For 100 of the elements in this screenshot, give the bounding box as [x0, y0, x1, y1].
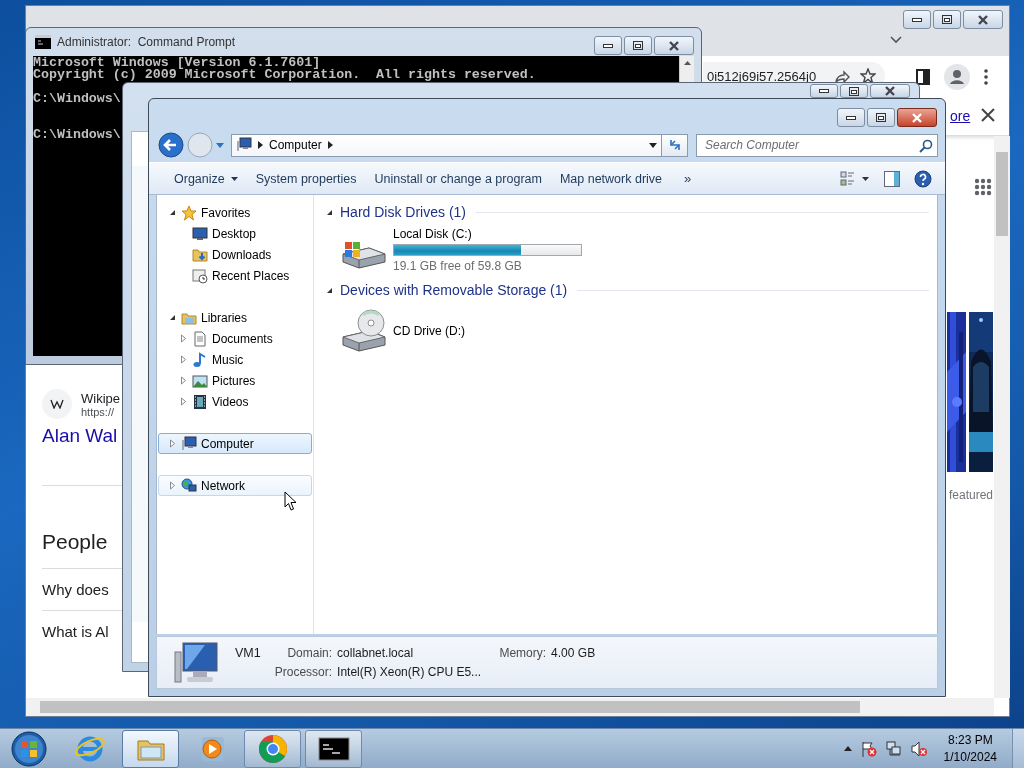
navigation-item[interactable]: Favorites: [158, 202, 312, 223]
maximize-icon: [849, 86, 859, 96]
apps-grid-icon: [974, 178, 992, 196]
clock-date[interactable]: 1/10/2024: [943, 748, 997, 766]
navigation-item[interactable]: Music: [158, 349, 312, 370]
maximize-button[interactable]: [933, 10, 961, 29]
address-bar[interactable]: Computer: [231, 133, 663, 157]
close-button[interactable]: [963, 10, 1003, 29]
breadcrumb-item[interactable]: Computer: [269, 138, 322, 152]
toolbar-button[interactable]: System properties: [247, 167, 365, 190]
network-monitor-icon: [885, 740, 902, 757]
search-icon: [919, 138, 933, 153]
window-title: Administrator: Command Prompt: [57, 35, 237, 49]
close-button[interactable]: [870, 84, 910, 98]
share-icon: [834, 68, 851, 84]
more-menu-icon: [984, 69, 988, 85]
close-icon: [977, 14, 989, 25]
history-dropdown[interactable]: [216, 142, 224, 148]
maximize-button[interactable]: [624, 36, 652, 55]
close-icon: [668, 40, 680, 51]
navigation-item[interactable]: Documents: [158, 328, 312, 349]
computer-icon: [173, 639, 221, 686]
show-desktop-button[interactable]: [1012, 728, 1024, 768]
close-button[interactable]: [981, 108, 995, 122]
navigation-item[interactable]: Desktop: [158, 223, 312, 244]
navigation-item[interactable]: Pictures: [158, 370, 312, 391]
mouse-pointer-icon: [284, 491, 298, 512]
minimize-button[interactable]: [594, 36, 622, 55]
close-icon: [911, 112, 923, 123]
site-url: https://: [81, 405, 115, 418]
console-line: C:\Windows\: [33, 93, 121, 105]
learn-more-link[interactable]: ore: [950, 108, 971, 124]
field-label: Domain:: [286, 646, 333, 660]
navigation-item[interactable]: Network: [158, 475, 312, 496]
console-icon: [35, 35, 51, 49]
console-line: Copyright (c) 2009 Microsoft Corporation. All rights reserved.: [33, 69, 536, 81]
close-icon: [981, 108, 995, 122]
field-label: Memory:: [498, 646, 547, 660]
field-value: collabnet.local: [337, 646, 415, 660]
minimize-button[interactable]: [810, 84, 838, 98]
cd-drive-icon: [339, 307, 387, 355]
field-value: Intel(R) Xeon(R) CPU E5...: [337, 665, 482, 679]
toolbar-button[interactable]: Map network drive: [551, 167, 671, 190]
console-line: C:\Windows\: [33, 129, 121, 141]
navigation-item[interactable]: Downloads: [158, 244, 312, 265]
minimize-icon: [846, 115, 856, 120]
start-orb-icon: [10, 730, 47, 767]
maximize-button[interactable]: [867, 108, 895, 127]
monitor-icon: [192, 225, 208, 242]
drive-label[interactable]: CD Drive (D:): [393, 324, 465, 338]
computer-icon: [236, 137, 252, 153]
computer-icon: [181, 435, 197, 452]
clock-time[interactable]: 8:23 PM: [947, 731, 993, 749]
speaker-muted-icon: [910, 740, 927, 757]
maximize-icon: [633, 41, 643, 50]
help-icon: [914, 169, 932, 188]
site-name: Wikipe: [81, 390, 120, 406]
navigation-item[interactable]: Recent Places: [158, 265, 312, 286]
toolbar-button[interactable]: Organize: [166, 167, 246, 190]
chevron-down-icon[interactable]: [890, 36, 902, 44]
navigation-item[interactable]: Videos: [158, 391, 312, 412]
more-commands-button[interactable]: »: [676, 167, 700, 190]
maximize-icon: [876, 113, 886, 122]
back-button[interactable]: [158, 132, 184, 158]
console-line: Microsoft Windows [Version 6.1.7601]: [33, 57, 321, 69]
navigation-item[interactable]: Computer: [158, 433, 312, 454]
taskbar-button[interactable]: [305, 729, 362, 768]
preview-pane-icon: [884, 170, 900, 187]
music-note-icon: [192, 351, 208, 368]
film-strip-icon: [192, 393, 208, 410]
drive-label[interactable]: Local Disk (C:): [393, 227, 582, 241]
minimize-button[interactable]: [903, 10, 931, 29]
close-button[interactable]: [897, 108, 937, 127]
minimize-button[interactable]: [837, 108, 865, 127]
flag-alert-icon: [860, 740, 877, 757]
show-hidden-icons-button[interactable]: [843, 746, 852, 751]
result-link[interactable]: Alan Wal: [42, 425, 122, 447]
free-space-text: 19.1 GB free of 59.8 GB: [393, 259, 523, 273]
toolbar-button[interactable]: Uninstall or change a program: [366, 167, 550, 190]
close-button[interactable]: [654, 36, 694, 55]
maximize-button[interactable]: [840, 84, 868, 98]
group-header[interactable]: Devices with Removable Storage (1): [340, 282, 568, 298]
star-icon: [181, 204, 197, 221]
group-header[interactable]: Hard Disk Drives (1): [340, 204, 466, 220]
search-field[interactable]: Search Computer: [696, 133, 938, 157]
side-panel-icon: [916, 69, 930, 85]
landscape-icon: [192, 372, 208, 389]
field-value: 4.00 GB: [551, 646, 596, 660]
refresh-button[interactable]: [662, 133, 688, 157]
triangle-up-icon: [843, 746, 852, 751]
navigation-item[interactable]: Libraries: [158, 307, 312, 328]
field-label: Processor:: [274, 665, 333, 679]
document-icon: [192, 330, 208, 347]
breadcrumb-arrow-icon: [327, 141, 333, 149]
section-heading: People: [42, 530, 109, 554]
maximize-icon: [942, 15, 952, 24]
forward-circle-icon: [187, 132, 213, 158]
globe-computer-icon: [181, 477, 197, 494]
close-icon: [884, 86, 896, 96]
minimize-icon: [819, 89, 829, 93]
